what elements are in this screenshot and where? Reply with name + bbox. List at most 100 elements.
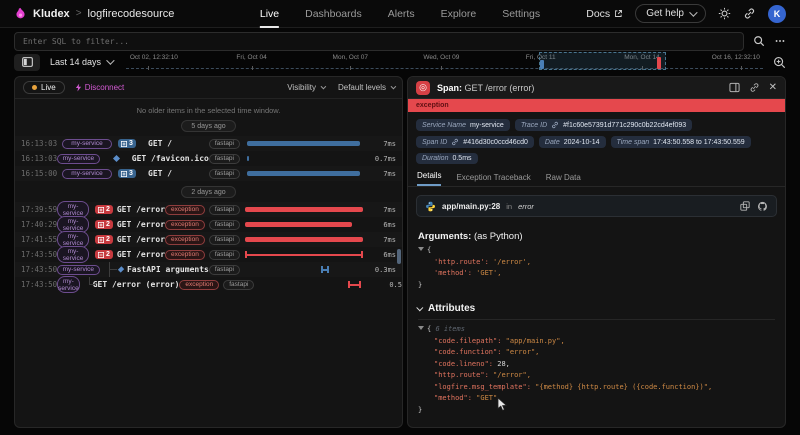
exception-tag[interactable]: exception: [165, 250, 205, 260]
fastapi-tag[interactable]: fastapi: [209, 154, 240, 164]
service-tag[interactable]: my-service: [62, 169, 112, 179]
tab-explore[interactable]: Explore: [441, 0, 477, 28]
trace-row[interactable]: 17:41:55 my-service 2 GET /error excepti…: [15, 232, 402, 247]
span-name: GET /error: [117, 235, 165, 244]
timeline-histogram-bar-red: [657, 57, 661, 69]
breadcrumb-org[interactable]: Kludex: [33, 8, 70, 20]
service-tag[interactable]: my-service: [57, 246, 89, 263]
live-toggle[interactable]: Live: [23, 81, 65, 94]
share-link-icon[interactable]: [743, 7, 756, 20]
fastapi-tag[interactable]: fastapi: [209, 235, 240, 245]
trace-row-child[interactable]: 17:43:50 my-service FastAPI arguments fa…: [15, 262, 402, 277]
tab-exception-traceback[interactable]: Exception Traceback: [456, 173, 530, 186]
trace-row[interactable]: 16:13:03 my-service 3 GET / fastapi 7ms: [15, 136, 402, 151]
collapse-caret-icon[interactable]: [418, 247, 424, 251]
timeline-chart[interactable]: Oct 02, 12:32:10 Fri, Oct 04 Mon, Oct 07…: [126, 52, 763, 72]
docs-link[interactable]: Docs: [586, 8, 623, 20]
plus-box-icon: [98, 237, 104, 243]
expand-children-badge[interactable]: 2: [95, 205, 113, 214]
service-tag[interactable]: my-service: [57, 265, 99, 275]
copy-icon[interactable]: [740, 201, 750, 211]
visibility-label: Visibility: [287, 83, 316, 92]
fastapi-tag[interactable]: fastapi: [223, 280, 254, 290]
tab-details[interactable]: Details: [417, 171, 441, 186]
levels-dropdown[interactable]: Default levels: [338, 83, 394, 92]
tab-raw-data[interactable]: Raw Data: [546, 173, 581, 186]
timeline-selection[interactable]: [539, 52, 666, 70]
collapse-caret-icon[interactable]: [418, 326, 424, 330]
disconnect-button[interactable]: Disconnect: [75, 83, 125, 92]
attr-key: "logfire.msg_template":: [434, 383, 531, 391]
github-icon[interactable]: [757, 201, 768, 212]
copy-link-icon[interactable]: [749, 82, 760, 93]
exception-tag[interactable]: exception: [165, 205, 205, 215]
logfire-logo-icon: [14, 7, 27, 20]
service-tag[interactable]: my-service: [57, 276, 80, 293]
tab-alerts[interactable]: Alerts: [388, 0, 415, 28]
expand-children-badge[interactable]: 3: [118, 139, 136, 148]
tab-dashboards[interactable]: Dashboards: [305, 0, 362, 28]
attributes-heading-label: Attributes: [428, 303, 475, 314]
expand-children-badge[interactable]: 3: [118, 169, 136, 178]
scrollbar-thumb[interactable]: [397, 249, 401, 264]
span-name: GET /: [148, 169, 172, 178]
trace-row[interactable]: 17:40:29 my-service 2 GET /error excepti…: [15, 217, 402, 232]
duration-bar-zone: [245, 232, 367, 247]
reader-view-icon[interactable]: [729, 82, 740, 93]
user-avatar[interactable]: K: [768, 5, 786, 23]
fastapi-tag[interactable]: fastapi: [209, 205, 240, 215]
child-count: 3: [129, 170, 133, 177]
tab-live[interactable]: Live: [260, 0, 279, 28]
tab-settings[interactable]: Settings: [502, 0, 540, 28]
span-name: GET /favicon.ico: [132, 154, 209, 163]
time-range-button[interactable]: Last 14 days: [50, 57, 112, 67]
duration-label: 7ms: [367, 236, 396, 244]
exception-tag[interactable]: exception: [165, 220, 205, 230]
link-icon[interactable]: [551, 121, 559, 129]
brace-close: }: [418, 281, 422, 289]
arguments-heading: Arguments: (as Python): [418, 231, 775, 242]
service-tag[interactable]: my-service: [57, 154, 100, 164]
attributes-heading[interactable]: Attributes: [418, 303, 775, 314]
zoom-in-icon[interactable]: [773, 56, 786, 69]
duration-bar-zone: [245, 151, 367, 166]
trace-row[interactable]: 17:43:50 my-service 2 GET /error excepti…: [15, 247, 402, 262]
service-tag[interactable]: my-service: [62, 139, 112, 149]
timeline-tick: Wed, Oct 09: [423, 54, 459, 61]
fastapi-tag[interactable]: fastapi: [209, 169, 240, 179]
plus-box-icon: [98, 222, 104, 228]
get-help-button[interactable]: Get help: [635, 4, 706, 23]
trace-row[interactable]: 17:39:59 my-service 2 GET /error excepti…: [15, 202, 402, 217]
time-group-badge: 5 days ago: [181, 120, 235, 132]
row-timestamp: 17:43:50: [21, 250, 57, 259]
fastapi-tag[interactable]: fastapi: [209, 265, 240, 275]
arg-value: 'GET',: [476, 269, 501, 277]
theme-toggle-icon[interactable]: [718, 7, 731, 20]
link-icon[interactable]: [451, 138, 459, 146]
code-file-path[interactable]: app/main.py:28: [442, 202, 500, 211]
exception-tag[interactable]: exception: [179, 280, 219, 290]
expand-children-badge[interactable]: 2: [95, 235, 113, 244]
fastapi-tag[interactable]: fastapi: [209, 220, 240, 230]
trace-row[interactable]: 16:13:03 my-service GET /favicon.ico fas…: [15, 151, 402, 166]
visibility-dropdown[interactable]: Visibility: [287, 83, 324, 92]
expand-children-badge[interactable]: 2: [95, 220, 113, 229]
collapse-children-badge[interactable]: 2: [95, 250, 113, 259]
close-icon[interactable]: ✕: [769, 83, 777, 93]
search-icon[interactable]: [753, 35, 765, 47]
sql-filter-input[interactable]: [14, 32, 744, 51]
fastapi-tag[interactable]: fastapi: [209, 139, 240, 149]
arguments-heading-rest: (as Python): [474, 231, 523, 242]
time-group-badge: 2 days ago: [181, 186, 235, 198]
trace-row[interactable]: 16:15:00 my-service 3 GET / fastapi 7ms: [15, 166, 402, 181]
sidebar-toggle-button[interactable]: [14, 54, 40, 71]
more-options-icon[interactable]: [774, 35, 786, 47]
trace-row-child[interactable]: 17:43:50 my-service GET /error (error) e…: [15, 277, 402, 292]
code-location-actions: [740, 201, 768, 212]
breadcrumb-project[interactable]: logfirecodesource: [88, 8, 175, 20]
get-help-label: Get help: [646, 8, 684, 19]
fastapi-tag[interactable]: fastapi: [209, 250, 240, 260]
meta-value: 2024-10-14: [564, 139, 600, 146]
minus-box-icon: [98, 252, 104, 258]
exception-tag[interactable]: exception: [165, 235, 205, 245]
